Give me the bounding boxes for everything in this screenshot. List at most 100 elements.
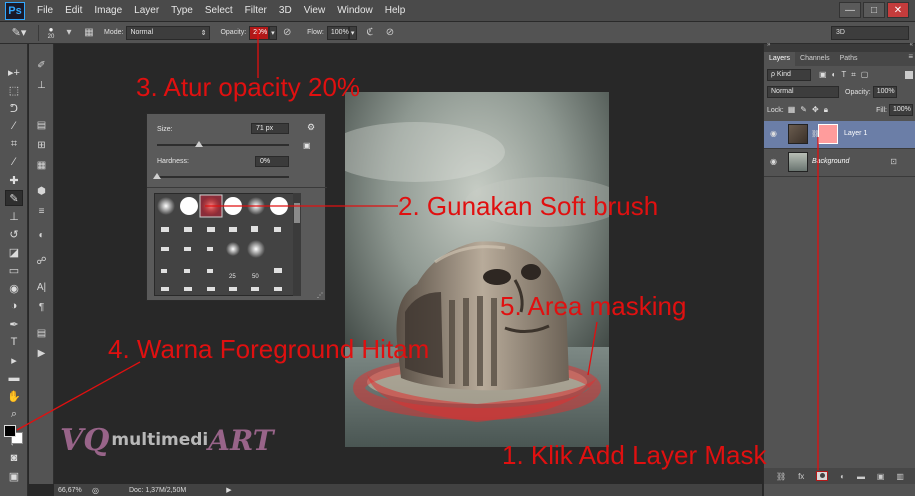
filter-toggle-icon[interactable] xyxy=(905,71,913,79)
pressure-size-icon[interactable]: ⊘ xyxy=(383,26,397,40)
menu-3d[interactable]: 3D xyxy=(273,0,298,22)
healing-tool-icon[interactable]: ✚ xyxy=(5,172,23,188)
hand-tool-icon[interactable]: ✋ xyxy=(5,388,23,404)
menu-layer[interactable]: Layer xyxy=(128,0,165,22)
collapse-right-icon[interactable]: « xyxy=(910,42,913,48)
menu-file[interactable]: File xyxy=(31,0,59,22)
menu-type[interactable]: Type xyxy=(165,0,199,22)
preset-scrollbar[interactable] xyxy=(293,193,301,296)
brush-preset-hard-round-2[interactable] xyxy=(224,197,242,215)
history-brush-tool-icon[interactable]: ↺ xyxy=(5,226,23,242)
actions-icon[interactable]: ⊞ xyxy=(33,138,50,153)
brush-preset-soft-round[interactable] xyxy=(202,197,220,215)
link-layers-icon[interactable]: ⛓ xyxy=(776,472,786,481)
history-icon[interactable]: ▤ xyxy=(33,118,50,133)
flow-input[interactable]: 100% xyxy=(326,25,349,40)
clone-source-icon[interactable]: ⊥ xyxy=(33,78,50,93)
brush-panel-toggle-icon[interactable]: ▦ xyxy=(82,26,96,40)
mode-select[interactable]: Normal ⇕ xyxy=(126,25,211,40)
pen-tool-icon[interactable]: ✒ xyxy=(5,316,23,332)
menu-filter[interactable]: Filter xyxy=(239,0,273,22)
fill-input[interactable]: 100% xyxy=(889,104,913,116)
paragraph-icon[interactable]: ¶ xyxy=(33,300,50,315)
opacity-input[interactable]: 20% xyxy=(249,25,270,40)
foreground-color-swatch[interactable] xyxy=(4,425,16,437)
size-slider-thumb[interactable] xyxy=(195,141,204,147)
blur-tool-icon[interactable]: ◉ xyxy=(5,280,23,296)
size-slider-track[interactable] xyxy=(157,144,289,146)
quick-mask-icon[interactable]: ◙ xyxy=(5,450,23,466)
brush-size-picker[interactable]: ● 20 xyxy=(43,25,59,40)
lock-icons[interactable]: ▦✎✥🔒︎ xyxy=(788,105,833,115)
canvas-document[interactable] xyxy=(345,92,609,447)
visibility-eye-icon[interactable]: ◉ xyxy=(770,130,780,138)
tab-layers[interactable]: Layers xyxy=(764,52,796,66)
flow-arrow-button[interactable]: ▾ xyxy=(348,25,357,40)
character-icon[interactable]: A| xyxy=(33,280,50,295)
brush-preset-hard-round[interactable] xyxy=(180,197,198,215)
status-menu-arrow-icon[interactable]: ▶ xyxy=(226,486,231,494)
zoom-level[interactable]: 66,67% xyxy=(58,487,88,494)
menu-window[interactable]: Window xyxy=(331,0,379,22)
layer-row-layer-1[interactable]: ◉ ⛓ Layer 1 xyxy=(764,121,915,149)
path-select-tool-icon[interactable]: ▸ xyxy=(5,352,23,368)
pressure-opacity-icon[interactable]: ⊘ xyxy=(280,26,294,40)
timeline-icon[interactable]: ☍ xyxy=(33,254,50,269)
new-preset-icon[interactable]: ▣ xyxy=(303,141,311,150)
resize-grip-icon[interactable]: ⋰ xyxy=(317,292,323,299)
status-info-icon[interactable]: ◎ xyxy=(92,486,99,495)
notes-icon[interactable]: ▤ xyxy=(33,326,50,341)
adjustment-layer-icon[interactable]: ◐ xyxy=(840,472,845,481)
scrollbar-thumb[interactable] xyxy=(294,203,300,223)
tab-channels[interactable]: Channels xyxy=(795,52,835,66)
minimize-button[interactable]: — xyxy=(839,2,861,18)
brush-preset-hard-round-3[interactable] xyxy=(270,197,288,215)
hardness-input[interactable]: 0% xyxy=(255,156,289,167)
brush-tool-icon[interactable]: ✎ xyxy=(5,190,23,206)
hardness-slider-thumb[interactable] xyxy=(153,173,161,179)
add-layer-mask-button[interactable] xyxy=(816,471,829,481)
brush-presets-icon[interactable]: ✐ xyxy=(33,58,50,73)
crop-tool-icon[interactable]: ⌗ xyxy=(5,136,23,152)
brush-tool-preset-icon[interactable]: ✎▾ xyxy=(4,24,34,42)
styles-icon[interactable]: ≡ xyxy=(33,204,50,219)
close-button[interactable]: ✕ xyxy=(887,2,909,18)
swatches-icon[interactable]: ▦ xyxy=(33,158,50,173)
menu-edit[interactable]: Edit xyxy=(59,0,88,22)
3d-icon[interactable]: ⬢ xyxy=(33,184,50,199)
folder-icon[interactable]: ▬ xyxy=(857,472,865,481)
opacity-arrow-button[interactable]: ▾ xyxy=(269,25,278,40)
menu-select[interactable]: Select xyxy=(199,0,239,22)
tab-paths[interactable]: Paths xyxy=(835,52,863,66)
visibility-eye-icon[interactable]: ◉ xyxy=(770,158,780,166)
zoom-tool-icon[interactable]: ⌕ xyxy=(5,406,23,422)
collapse-left-icon[interactable]: » xyxy=(767,42,770,48)
quick-select-tool-icon[interactable]: ⁄ xyxy=(5,118,23,134)
maximize-button[interactable]: □ xyxy=(863,2,885,18)
screen-mode-icon[interactable]: ▣ xyxy=(5,468,23,484)
layer-mask-thumbnail[interactable] xyxy=(818,124,838,144)
layer-row-background[interactable]: ◉ Background ⊡ xyxy=(764,149,915,177)
eraser-tool-icon[interactable]: ◪ xyxy=(5,244,23,260)
brush-preset-soft-large[interactable] xyxy=(247,240,265,258)
brush-preset-soft-small[interactable] xyxy=(157,197,175,215)
new-layer-icon[interactable]: ▣ xyxy=(877,472,885,481)
menu-view[interactable]: View xyxy=(298,0,332,22)
fx-icon[interactable]: fx xyxy=(798,472,804,481)
gradient-tool-icon[interactable]: ▭ xyxy=(5,262,23,278)
workspace-select[interactable]: 3D xyxy=(831,26,909,40)
navigator-icon[interactable]: ◐ xyxy=(33,228,50,243)
marquee-tool-icon[interactable]: ⬚ xyxy=(5,82,23,98)
menu-help[interactable]: Help xyxy=(379,0,412,22)
airbrush-icon[interactable]: ℭ xyxy=(363,26,377,40)
eyedropper-tool-icon[interactable]: ⁄ xyxy=(5,154,23,170)
layer-opacity-input[interactable]: 100% xyxy=(872,86,897,98)
panel-menu-icon[interactable]: ≡ xyxy=(908,52,915,66)
brush-preset-soft-round-2[interactable] xyxy=(247,197,265,215)
menu-image[interactable]: Image xyxy=(88,0,128,22)
lasso-tool-icon[interactable]: ᕤ xyxy=(5,100,23,116)
trash-icon[interactable]: ▥ xyxy=(896,472,904,481)
stamp-tool-icon[interactable]: ⊥ xyxy=(5,208,23,224)
dodge-tool-icon[interactable]: ◑ xyxy=(5,298,23,314)
type-tool-icon[interactable]: T xyxy=(5,334,23,350)
